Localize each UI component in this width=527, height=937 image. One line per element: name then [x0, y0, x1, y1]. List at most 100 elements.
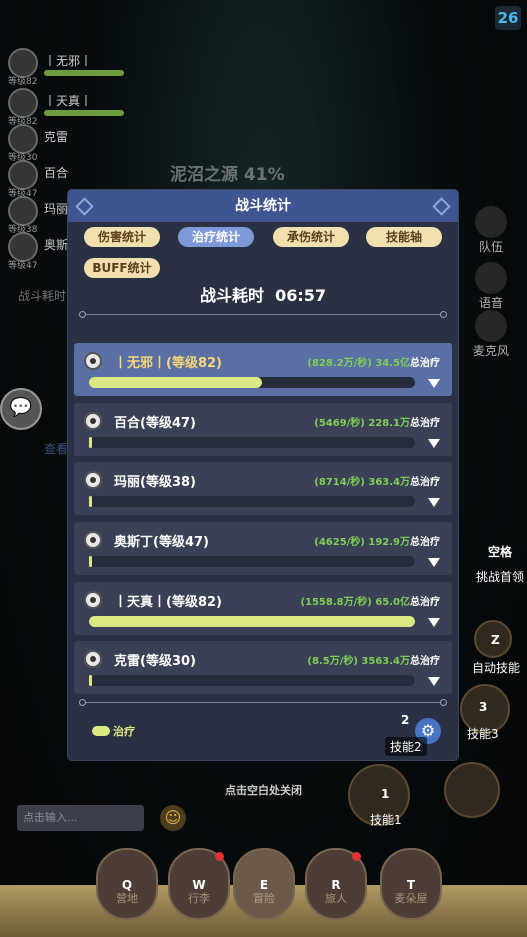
nav-maiduo-house[interactable]: T 麦朵屋 — [380, 848, 442, 920]
nav-label: 营地 — [116, 892, 138, 905]
key-3: 3 — [479, 700, 488, 714]
stat-row[interactable]: 克雷(等级30) (8.5万/秒) 3563.4万总治疗 — [74, 641, 452, 694]
skill2-label: 技能2 — [385, 737, 427, 756]
tab-damage[interactable]: 伤害统计 — [84, 227, 160, 247]
team-button[interactable]: 队伍 — [473, 206, 509, 255]
member-stats: (1558.8万/秒) 65.0亿总治疗 — [300, 593, 440, 608]
speaker-muted-icon — [475, 262, 507, 294]
divider — [79, 699, 447, 706]
voice-button[interactable]: 语音 — [473, 262, 509, 311]
nav-adventure[interactable]: E 冒险 — [233, 848, 295, 920]
tab-buff[interactable]: BUFF统计 — [84, 258, 160, 278]
heal-total: 363.4万 — [368, 477, 410, 488]
member-name: 丨无邪丨(等级82) — [114, 356, 222, 371]
duration-label: 战斗耗时 — [199, 286, 264, 305]
heal-bar — [89, 377, 415, 388]
skill3-label: 技能3 — [467, 727, 499, 741]
diamond-icon — [75, 197, 94, 216]
flag-icon — [475, 206, 507, 238]
chat-input[interactable]: 点击输入... — [17, 805, 144, 831]
expand-caret-icon[interactable] — [428, 558, 440, 567]
party-member[interactable]: 丨无邪丨 等级82 — [8, 48, 124, 88]
battle-stats-link[interactable]: 战斗耗时 — [18, 287, 66, 304]
heal-rate: (8.5万/秒) — [307, 656, 358, 667]
heal-total: 65.0亿 — [375, 597, 410, 608]
stat-row[interactable]: 丨天真丨(等级82) (1558.8万/秒) 65.0亿总治疗 — [74, 582, 452, 635]
emoji-icon[interactable]: ☺ — [160, 805, 186, 831]
nav-traveler[interactable]: R 旅人 — [305, 848, 367, 920]
party-member[interactable]: 克雷 等级30 — [8, 124, 118, 164]
expand-caret-icon[interactable] — [428, 439, 440, 448]
nav-luggage[interactable]: W 行李 — [168, 848, 230, 920]
nav-label: 行李 — [188, 892, 210, 905]
heal-total: 3563.4万 — [361, 656, 410, 667]
heal-tag: 总治疗 — [410, 477, 440, 488]
diamond-icon — [432, 197, 451, 216]
divider — [79, 311, 447, 318]
heal-tag: 总治疗 — [410, 358, 440, 369]
nav-camp[interactable]: Q 营地 — [96, 848, 158, 920]
close-hint[interactable]: 点击空白处关闭 — [0, 782, 527, 798]
heal-bar-fill — [89, 437, 92, 448]
member-name: 丨天真丨(等级82) — [114, 595, 222, 610]
stat-row[interactable]: 丨无邪丨(等级82) (828.2万/秒) 34.5亿总治疗 — [74, 343, 452, 396]
team-label: 队伍 — [478, 240, 503, 254]
heal-bar — [89, 675, 415, 686]
member-name: 玛丽(等级38) — [114, 475, 196, 490]
heal-total: 228.1万 — [368, 418, 410, 429]
tab-damage-taken[interactable]: 承伤统计 — [273, 227, 349, 247]
party-member[interactable]: 丨天真丨 等级82 — [8, 88, 124, 128]
party-member-name: 克雷 — [44, 130, 69, 144]
expand-caret-icon[interactable] — [428, 498, 440, 507]
heal-rate: (8714/秒) — [314, 477, 365, 488]
hp-bar — [44, 110, 124, 116]
stat-row[interactable]: 奥斯丁(等级47) (4625/秒) 192.9万总治疗 — [74, 522, 452, 575]
heal-total: 34.5亿 — [375, 358, 410, 369]
heal-tag: 总治疗 — [410, 537, 440, 548]
boss-status: 泥沼之源 41% — [170, 160, 285, 185]
member-name: 奥斯丁(等级47) — [114, 535, 209, 550]
avatar — [84, 352, 102, 370]
legend-swatch — [92, 726, 110, 736]
heal-bar — [89, 496, 415, 507]
party-member-name: 奥斯 — [44, 238, 69, 252]
expand-caret-icon[interactable] — [428, 379, 440, 388]
mic-button[interactable]: 麦克风 — [473, 310, 509, 359]
key-space: 空格 — [488, 545, 513, 559]
expand-caret-icon[interactable] — [428, 618, 440, 627]
heal-bar — [89, 437, 415, 448]
skill1-label: 技能1 — [370, 813, 402, 827]
heal-total: 192.9万 — [368, 537, 410, 548]
expand-caret-icon[interactable] — [428, 677, 440, 686]
avatar — [84, 650, 102, 668]
heal-rate: (4625/秒) — [314, 537, 365, 548]
party-member-name: 丨无邪丨 — [44, 54, 93, 68]
tab-skill-timeline[interactable]: 技能轴 — [366, 227, 442, 247]
member-name: 克雷(等级30) — [114, 654, 196, 669]
party-member-name: 玛丽 — [44, 202, 69, 216]
avatar — [84, 412, 102, 430]
heal-rate: (828.2万/秒) — [307, 358, 372, 369]
stat-row[interactable]: 玛丽(等级38) (8714/秒) 363.4万总治疗 — [74, 462, 452, 515]
key-2: 2 — [401, 713, 410, 727]
nav-label: 冒险 — [253, 892, 275, 905]
tab-healing[interactable]: 治疗统计 — [178, 227, 254, 247]
chat-bubble-icon[interactable]: 💬 — [0, 388, 42, 430]
boss-name: 泥沼之源 — [170, 165, 238, 185]
heal-tag: 总治疗 — [410, 418, 440, 429]
heal-bar-fill — [89, 675, 93, 686]
boss-percent: 41% — [243, 165, 285, 185]
challenge-boss-label[interactable]: 挑战首领 — [476, 568, 524, 585]
voice-label: 语音 — [478, 296, 503, 310]
heal-bar-fill — [89, 616, 415, 627]
heal-bar-fill — [89, 556, 92, 567]
avatar — [84, 531, 102, 549]
view-link[interactable]: 查看 — [44, 440, 68, 457]
modal-header: 战斗统计 — [68, 190, 458, 222]
heal-rate: (5469/秒) — [314, 418, 365, 429]
notification-dot — [352, 852, 361, 861]
member-name: 百合(等级47) — [114, 416, 196, 431]
stat-row[interactable]: 百合(等级47) (5469/秒) 228.1万总治疗 — [74, 403, 452, 456]
top-counter: 26 — [495, 6, 521, 30]
heal-bar-fill — [89, 377, 262, 388]
